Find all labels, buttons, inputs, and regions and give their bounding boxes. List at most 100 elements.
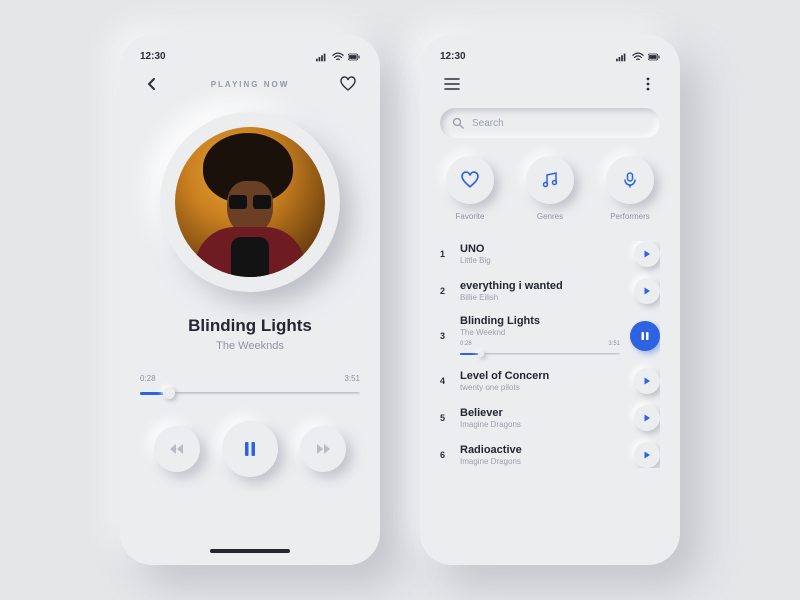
track-number: 1 [440, 249, 450, 259]
track-artist: Little Big [460, 256, 624, 265]
track-play-button[interactable] [634, 442, 660, 468]
home-indicator [210, 549, 290, 553]
track-artist: Imagine Dragons [460, 457, 624, 466]
favorite-button[interactable] [336, 72, 360, 96]
kebab-icon [646, 77, 650, 91]
wifi-icon [332, 52, 344, 62]
track-row[interactable]: 3 Blinding LightsThe Weeknd 0:28 3:51 [440, 315, 660, 357]
track-artist: The Weeknd [460, 328, 620, 337]
status-time: 12:30 [140, 51, 166, 62]
track-title: Believer [460, 407, 624, 419]
hamburger-icon [444, 78, 460, 90]
play-icon [643, 250, 651, 258]
track-meta: Level of Concerntwenty one pilots [460, 370, 624, 392]
track-row[interactable]: 4 Level of Concerntwenty one pilots [440, 368, 660, 394]
category-row: Favorite Genres Performers [440, 156, 660, 221]
wifi-icon [632, 52, 644, 62]
total-time: 3:51 [344, 374, 360, 383]
next-button[interactable] [300, 426, 346, 472]
track-list: 1 UNOLittle Big 2 everything i wantedBillie… [440, 241, 660, 468]
play-icon [643, 451, 651, 459]
track-title: Level of Concern [460, 370, 624, 382]
player-topbar: PLAYING NOW [140, 72, 360, 96]
heart-icon [340, 76, 356, 92]
library-screen: 12:30 Search Favorite Genres Performers [420, 35, 680, 565]
track-meta: Blinding LightsThe Weeknd 0:28 3:51 [460, 315, 620, 357]
track-progress[interactable]: 0:28 3:51 [460, 341, 620, 357]
track-row[interactable]: 5 BelieverImagine Dragons [440, 405, 660, 431]
seek-slider[interactable] [140, 387, 360, 399]
track-meta: everything i wantedBillie Eilish [460, 280, 624, 302]
track-title: Radioactive [460, 444, 624, 456]
now-playing-screen: 12:30 PLAYING NOW Blinding Lights The We… [120, 35, 380, 565]
track-title: Blinding Lights [460, 315, 620, 327]
skip-forward-icon [315, 443, 331, 455]
menu-button[interactable] [440, 72, 464, 96]
search-input[interactable]: Search [440, 108, 660, 138]
play-icon [643, 414, 651, 422]
track-title: Blinding Lights [140, 316, 360, 336]
category-label: Favorite [456, 212, 485, 221]
more-button[interactable] [636, 72, 660, 96]
album-art-ring [160, 112, 340, 292]
track-artist: twenty one pilots [460, 383, 624, 392]
skip-back-icon [169, 443, 185, 455]
signal-icon [316, 52, 328, 62]
pause-icon [640, 331, 650, 341]
search-placeholder: Search [472, 118, 504, 129]
category-performers[interactable]: Performers [606, 156, 654, 221]
header-label: PLAYING NOW [211, 80, 290, 89]
track-meta: UNOLittle Big [460, 243, 624, 265]
signal-icon [616, 52, 628, 62]
album-art-container [140, 112, 360, 292]
elapsed-time: 0:28 [460, 341, 472, 347]
music-note-icon [541, 171, 559, 189]
track-meta: BelieverImagine Dragons [460, 407, 624, 429]
chevron-left-icon [145, 77, 159, 91]
status-time: 12:30 [440, 51, 466, 62]
pause-button[interactable] [222, 421, 278, 477]
track-play-button[interactable] [634, 405, 660, 431]
category-genres[interactable]: Genres [526, 156, 574, 221]
progress-section: 0:28 3:51 [140, 374, 360, 399]
status-icons [316, 52, 360, 62]
previous-button[interactable] [154, 426, 200, 472]
track-meta: RadioactiveImagine Dragons [460, 444, 624, 466]
status-bar: 12:30 [140, 51, 360, 62]
track-row[interactable]: 6 RadioactiveImagine Dragons [440, 442, 660, 468]
track-number: 6 [440, 450, 450, 460]
back-button[interactable] [140, 72, 164, 96]
pause-icon [243, 441, 257, 457]
microphone-icon [621, 171, 639, 189]
elapsed-time: 0:28 [140, 374, 156, 383]
search-icon [452, 117, 464, 129]
track-number: 4 [440, 376, 450, 386]
status-icons [616, 52, 660, 62]
category-label: Genres [537, 212, 563, 221]
album-art [175, 127, 325, 277]
track-number: 5 [440, 413, 450, 423]
track-info: Blinding Lights The Weeknds [140, 316, 360, 352]
category-favorite[interactable]: Favorite [446, 156, 494, 221]
track-artist: Billie Eilish [460, 293, 624, 302]
track-pause-button[interactable] [630, 321, 660, 351]
heart-icon [461, 171, 479, 189]
total-time: 3:51 [608, 341, 620, 347]
track-number: 2 [440, 286, 450, 296]
track-play-button[interactable] [634, 278, 660, 304]
play-icon [643, 377, 651, 385]
battery-icon [648, 52, 660, 62]
track-play-button[interactable] [634, 368, 660, 394]
track-row[interactable]: 2 everything i wantedBillie Eilish [440, 278, 660, 304]
status-bar: 12:30 [440, 51, 660, 62]
play-icon [643, 287, 651, 295]
category-label: Performers [610, 212, 650, 221]
battery-icon [348, 52, 360, 62]
track-artist: The Weeknds [140, 340, 360, 352]
track-title: UNO [460, 243, 624, 255]
track-title: everything i wanted [460, 280, 624, 292]
track-play-button[interactable] [634, 241, 660, 267]
library-topbar [440, 72, 660, 96]
track-row[interactable]: 1 UNOLittle Big [440, 241, 660, 267]
track-number: 3 [440, 331, 450, 341]
